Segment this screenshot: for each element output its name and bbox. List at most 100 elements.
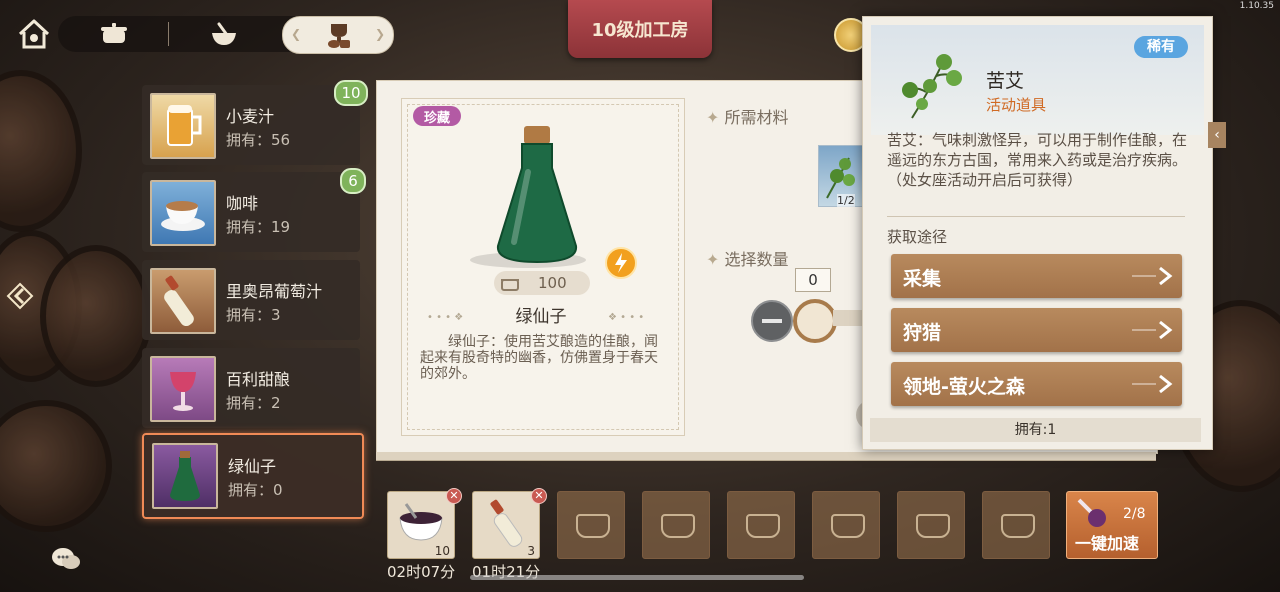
tab-ornament-icon: ❮ xyxy=(291,27,302,41)
source-button-territory[interactable]: 领地-萤火之森 xyxy=(891,362,1182,406)
diamond-arrow-icon xyxy=(6,282,34,310)
version-label: 1.10.35 xyxy=(1239,1,1274,11)
empty-queue-slot[interactable] xyxy=(642,491,710,559)
cancel-queue-button[interactable]: ✕ xyxy=(531,488,547,504)
liqueur-glass-icon xyxy=(150,356,216,422)
sparkle-icon: ✦ xyxy=(706,108,720,127)
materials-heading: ✦ 所需材料 xyxy=(706,104,789,128)
source-label: 狩猎 xyxy=(903,322,942,344)
material-count: 1/2 xyxy=(837,194,855,207)
source-button-hunt[interactable]: 狩猎 xyxy=(891,308,1182,352)
boost-icon[interactable] xyxy=(605,247,637,279)
rarity-badge: 稀有 xyxy=(1134,36,1188,58)
cooking-bowl-icon xyxy=(399,503,443,541)
item-name: 百利甜酿 xyxy=(226,370,291,389)
item-owned: 拥有：2 xyxy=(226,394,281,412)
speed-up-label: 一键加速 xyxy=(1075,534,1140,553)
arrow-right-icon xyxy=(1132,374,1173,394)
ornament-icon: ❖ • • • xyxy=(608,312,645,323)
count-badge: 6 xyxy=(340,168,366,194)
source-label: 采集 xyxy=(903,268,942,290)
empty-queue-slot[interactable] xyxy=(727,491,795,559)
ornament-icon: • • • ❖ xyxy=(427,312,464,323)
popup-owned: 拥有:1 xyxy=(870,418,1201,442)
cooking-pot-icon xyxy=(746,514,780,538)
popup-description: 苦艾：气味刺激怪异，可以用于制作佳酿，在遥远的东方古国，常用来入药或是治疗疾病。… xyxy=(887,131,1188,189)
item-owned: 拥有：3 xyxy=(226,306,281,324)
item-name: 咖啡 xyxy=(226,194,259,213)
cooking-pot-icon xyxy=(1001,514,1035,538)
empty-queue-slot[interactable] xyxy=(897,491,965,559)
barrel-decoration xyxy=(40,245,152,387)
cooking-pot-icon xyxy=(101,23,127,43)
collapse-tab-button[interactable]: ‹ xyxy=(1208,122,1226,148)
tab-mixing[interactable] xyxy=(200,18,248,50)
source-button-gather[interactable]: 采集 xyxy=(891,254,1182,298)
item-owned: 拥有：0 xyxy=(228,481,283,499)
mixing-bowl-icon xyxy=(212,22,236,45)
coffee-cup-icon xyxy=(150,180,216,246)
tab-brewing[interactable]: ❮ ❯ xyxy=(282,16,394,54)
scroll-indicator xyxy=(470,575,804,580)
quantity-heading: ✦ 选择数量 xyxy=(706,246,789,270)
potion-speed-icon xyxy=(1077,498,1106,527)
beer-mug-icon xyxy=(150,93,216,159)
tab-cooking[interactable] xyxy=(90,18,138,50)
material-slot[interactable]: 1/2 xyxy=(818,145,864,207)
product-description: 绿仙子：使用苦艾酿造的佳酿，闻起来有股奇特的幽香，仿佛置身于春天的郊外。 xyxy=(420,334,658,382)
tab-ornament-icon: ❯ xyxy=(374,27,385,41)
barrel-decoration xyxy=(0,70,82,232)
rarity-tag: 珍藏 xyxy=(413,106,461,126)
green-potion-icon xyxy=(152,443,218,509)
count-badge: 10 xyxy=(334,80,368,106)
green-fairy-bottle-icon xyxy=(470,126,586,268)
minus-icon xyxy=(762,319,782,323)
decrease-quantity-button[interactable] xyxy=(751,300,793,342)
grape-juice-bottle-icon xyxy=(150,268,216,334)
speed-up-all-button[interactable]: 2/8 一键加速 xyxy=(1066,491,1158,559)
empty-queue-slot[interactable] xyxy=(982,491,1050,559)
speed-up-count: 2/8 xyxy=(1123,506,1146,522)
queue-slot[interactable]: 10 xyxy=(387,491,455,559)
list-item[interactable]: 咖啡 拥有：19 xyxy=(142,172,360,252)
list-item[interactable]: 百利甜酿 拥有：2 xyxy=(142,348,360,428)
quantity-value: 0 xyxy=(795,268,831,292)
empty-queue-slot[interactable] xyxy=(812,491,880,559)
left-nav-button[interactable] xyxy=(6,282,34,310)
item-name: 里奥昂葡萄汁 xyxy=(226,282,323,301)
empty-queue-slot[interactable] xyxy=(557,491,625,559)
sparkle-icon: ✦ xyxy=(706,250,720,269)
item-owned: 拥有：19 xyxy=(226,218,291,236)
cooking-pot-icon xyxy=(831,514,865,538)
source-title: 获取途径 xyxy=(887,228,948,246)
price-box: 100 xyxy=(494,271,590,295)
pot-price-icon xyxy=(501,279,519,291)
item-name: 绿仙子 xyxy=(228,457,277,476)
grape-juice-bottle-icon xyxy=(490,499,523,547)
item-owned: 拥有：56 xyxy=(226,131,291,149)
panel-base xyxy=(376,452,1156,461)
queue-time: 02时07分 xyxy=(387,563,456,581)
cooking-pot-icon xyxy=(916,514,950,538)
item-name: 小麦汁 xyxy=(226,107,275,126)
home-icon xyxy=(18,19,50,49)
quantity-slider-track[interactable] xyxy=(833,310,863,326)
queue-slot[interactable]: 3 xyxy=(472,491,540,559)
workshop-title: 10级加工房 xyxy=(568,0,712,58)
quantity-slider-handle[interactable] xyxy=(793,299,837,343)
home-button[interactable] xyxy=(14,14,54,54)
tab-divider xyxy=(168,22,169,46)
arrow-right-icon xyxy=(1132,266,1173,286)
source-label: 领地-萤火之森 xyxy=(903,376,1025,398)
list-item-selected[interactable]: 绿仙子 拥有：0 xyxy=(142,433,364,519)
chat-button[interactable] xyxy=(50,545,84,575)
cancel-queue-button[interactable]: ✕ xyxy=(446,488,462,504)
list-item[interactable]: 里奥昂葡萄汁 拥有：3 xyxy=(142,260,360,340)
arrow-right-icon xyxy=(1132,320,1173,340)
list-item[interactable]: 小麦汁 拥有：56 xyxy=(142,85,360,165)
popup-item-name: 苦艾 xyxy=(986,70,1025,92)
price-value: 100 xyxy=(538,274,567,292)
popup-divider xyxy=(887,216,1185,217)
barrel-decoration xyxy=(0,400,112,532)
cooking-pot-icon xyxy=(576,514,610,538)
